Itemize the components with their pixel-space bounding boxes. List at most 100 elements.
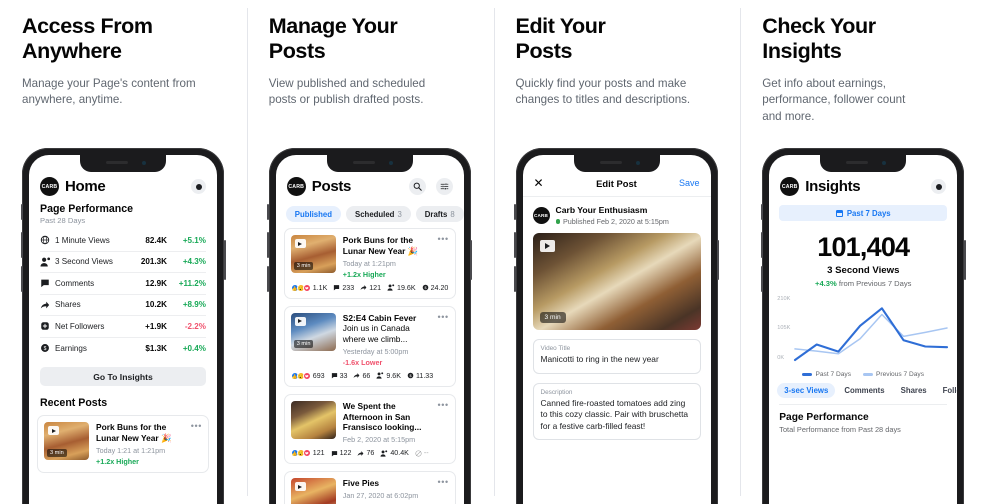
phone-button-volume-down <box>20 266 23 292</box>
earnings-value: -- <box>423 449 429 457</box>
close-icon[interactable]: ✕ <box>534 177 560 189</box>
page-performance-section: Page Performance Past 28 Days <box>29 202 217 225</box>
divider <box>779 404 948 405</box>
legend-swatch <box>863 373 874 376</box>
comments-count: 233 <box>342 283 355 292</box>
post-row: Five Pies Jan 27, 2020 at 6:02pm ••• <box>290 478 449 504</box>
go-to-insights-button[interactable]: Go To Insights <box>40 367 206 386</box>
post-more-icon[interactable]: ••• <box>437 400 448 444</box>
tab-comments[interactable]: Comments <box>837 383 891 398</box>
post-title: We Spent the Afternoon in San Fransisco … <box>342 400 422 433</box>
post-body: We Spent the Afternoon in San Fransisco … <box>343 401 431 444</box>
comment-icon <box>331 450 337 456</box>
post-date: Today at 1:21pm <box>342 258 396 268</box>
phone-screen: ✕ Edit Post Save CARB Carb Your Enthusia… <box>522 155 711 504</box>
post-video-preview[interactable]: 3 min <box>532 233 701 330</box>
feature-gallery: Access From Anywhere Manage your Page's … <box>0 0 987 504</box>
info-icon[interactable] <box>931 179 947 194</box>
followers-count: 40.4K <box>390 449 409 457</box>
reactions-count: 121 <box>312 449 325 457</box>
metric-delta: +11.2% <box>178 278 206 288</box>
panel-subtitle: View published and scheduled posts or pu… <box>268 76 426 107</box>
speaker-icon <box>352 161 375 164</box>
camera-icon <box>882 161 887 165</box>
earnings-stat: $11.33 <box>407 372 433 380</box>
metric-row[interactable]: 3 Second Views 201.3K +4.3% <box>40 252 206 273</box>
brand-logo: CARB <box>780 177 800 196</box>
phone-button-volume-down <box>514 266 516 292</box>
legend-swatch <box>802 373 813 376</box>
shares-stat: 66 <box>353 372 370 380</box>
video-title-field[interactable]: Video Title Manicotti to ring in the new… <box>532 339 701 374</box>
metric-delta: +5.1% <box>182 235 206 245</box>
save-button[interactable]: Save <box>674 178 700 188</box>
field-value[interactable]: Manicotti to ring in the new year <box>541 354 693 366</box>
play-icon[interactable] <box>539 240 555 252</box>
phone-button-volume-up <box>760 232 763 258</box>
tab-followers[interactable]: Follo <box>936 383 958 398</box>
post-more-icon[interactable]: ••• <box>437 478 448 504</box>
share-icon <box>358 450 364 456</box>
publish-status: Published Feb 2, 2020 at 5:15pm <box>555 217 669 226</box>
post-more-icon[interactable]: ••• <box>437 235 448 279</box>
metric-row[interactable]: Comments 12.9K +11.2% <box>40 273 206 295</box>
recent-post-card[interactable]: 3 min Pork Buns for the Lunar New Year 🎉… <box>37 415 209 473</box>
panel-title: Access From Anywhere <box>22 14 153 64</box>
phone-button-mute <box>760 204 763 220</box>
metric-row[interactable]: 1 Minute Views 82.4K +5.1% <box>40 230 206 252</box>
chip-drafts[interactable]: Drafts 8 <box>415 206 464 222</box>
post-card[interactable]: 3 min S2:E4 Cabin Fever Join us in Canad… <box>283 305 456 387</box>
speaker-icon <box>846 161 869 164</box>
tab-shares[interactable]: Shares <box>894 383 934 398</box>
post-more-icon[interactable]: ••• <box>191 422 202 466</box>
chip-published[interactable]: Published <box>285 206 342 222</box>
post-delta: +1.2x Higher <box>96 456 139 466</box>
duration-badge: 3 min <box>47 449 67 457</box>
post-card[interactable]: We Spent the Afternoon in San Fransisco … <box>283 393 456 464</box>
dollar-off-icon <box>415 449 422 457</box>
metric-row[interactable]: $ Earnings $1.3K +0.4% <box>40 338 206 360</box>
insights-tabs: 3-sec Views Comments Shares Follo <box>769 378 957 398</box>
camera-icon <box>388 161 393 165</box>
followers-stat: 9.6K <box>376 372 401 380</box>
panel-title: Edit Your Posts <box>515 14 606 64</box>
chart-series-past <box>794 307 949 362</box>
post-card[interactable]: Five Pies Jan 27, 2020 at 6:02pm ••• <box>283 471 456 504</box>
phone-screen: CARB Insights Past 7 Days 101,404 3 Seco… <box>769 155 958 504</box>
chip-scheduled[interactable]: Scheduled 3 <box>346 206 411 222</box>
phone-button-power <box>470 240 473 280</box>
post-stats: 👍 😮 ❤ 693 33 66 9.6K $11.33 <box>290 367 449 380</box>
chart-series-previous <box>794 313 948 355</box>
phone-button-volume-up <box>267 232 270 258</box>
phone-notch <box>80 155 166 172</box>
metric-row[interactable]: Shares 10.2K +8.9% <box>40 295 206 316</box>
post-row: We Spent the Afternoon in San Fransisco … <box>290 400 449 444</box>
date-range-selector[interactable]: Past 7 Days <box>779 205 948 221</box>
sliders-icon[interactable] <box>435 178 453 195</box>
legend-item-past: Past 7 Days <box>802 371 851 378</box>
post-thumbnail[interactable]: 3 min <box>290 235 336 273</box>
post-thumbnail[interactable] <box>290 478 336 504</box>
metric-row[interactable]: Net Followers +1.9K -2.2% <box>40 316 206 338</box>
info-icon[interactable] <box>191 179 206 194</box>
shares-count: 121 <box>369 283 382 292</box>
svg-text:$: $ <box>44 346 47 352</box>
search-icon[interactable] <box>408 178 426 195</box>
metric-delta: -2.2% <box>184 321 206 331</box>
post-thumbnail[interactable]: 3 min <box>44 422 89 460</box>
reaction-icons: 👍 😮 ❤ <box>290 449 311 457</box>
post-card[interactable]: 3 min Pork Buns for the Lunar New Year 🎉… <box>283 228 456 299</box>
tab-3-sec-views[interactable]: 3-sec Views <box>777 383 836 398</box>
post-date: Today 1:21 at 1:21pm <box>96 445 166 455</box>
info-glyph <box>195 183 202 190</box>
post-thumbnail[interactable] <box>290 400 336 439</box>
followers-icon <box>40 321 55 331</box>
post-thumbnail[interactable]: 3 min <box>290 312 336 351</box>
phone-button-volume-up <box>20 232 23 258</box>
post-more-icon[interactable]: ••• <box>437 312 448 367</box>
phone-notch <box>820 155 907 172</box>
panel-manage-your-posts: Manage Your Posts View published and sch… <box>246 0 494 504</box>
comments-count: 33 <box>339 371 348 380</box>
field-value[interactable]: Canned fire-roasted tomatoes add zing to… <box>541 398 693 433</box>
description-field[interactable]: Description Canned fire-roasted tomatoes… <box>532 382 701 441</box>
